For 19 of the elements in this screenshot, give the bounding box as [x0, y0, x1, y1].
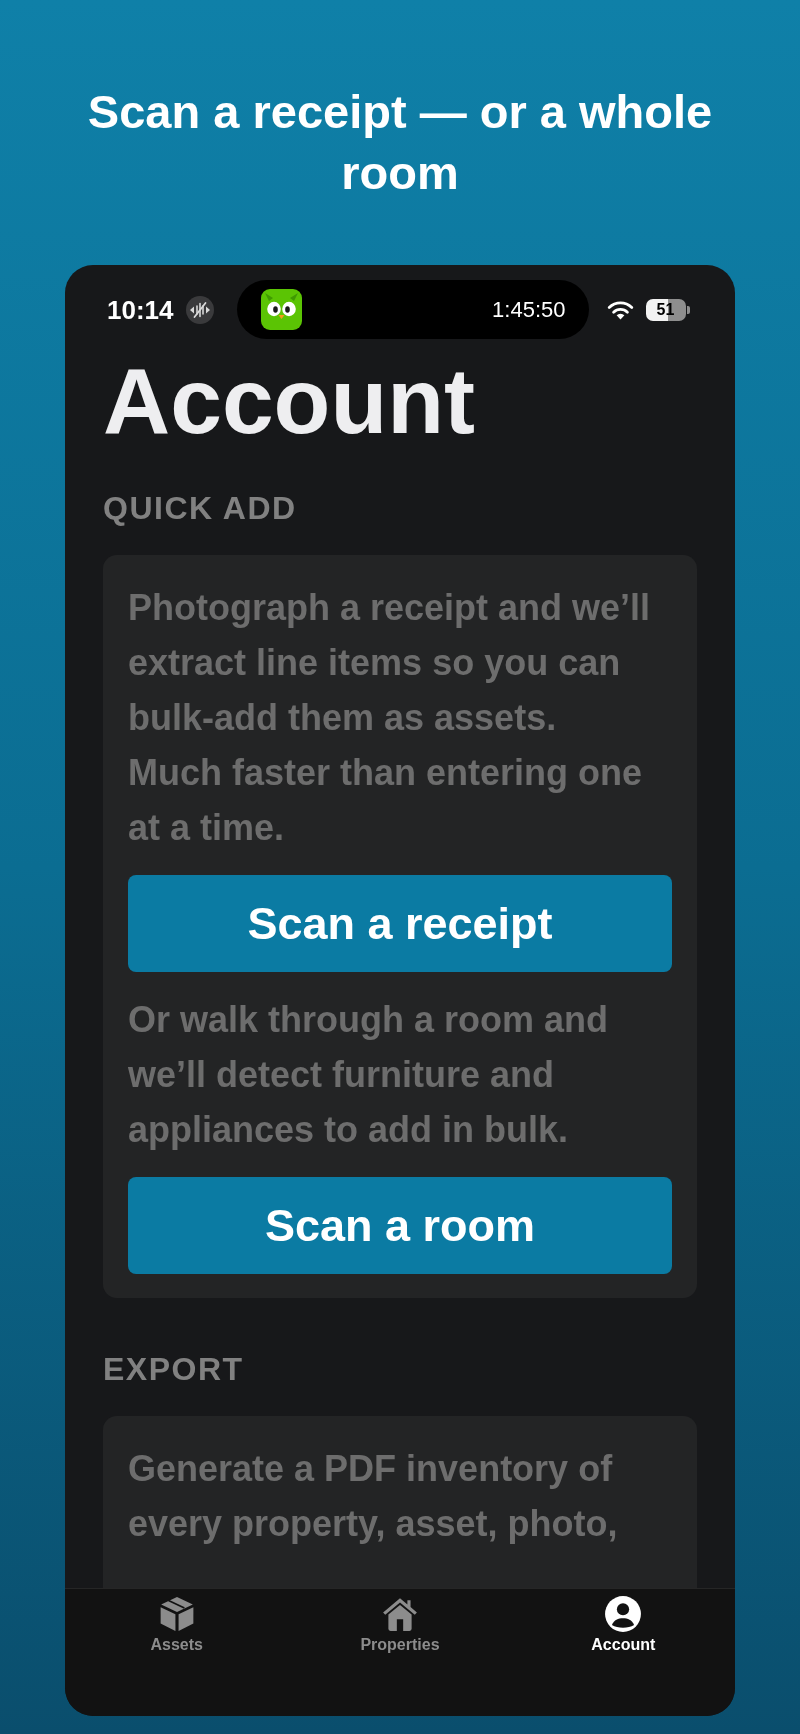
wifi-icon: [606, 299, 634, 320]
haptics-off-icon: [185, 295, 214, 324]
primary-button[interactable]: Scan a room: [128, 1177, 672, 1274]
status-time: 10:14: [107, 294, 174, 325]
headline: Scan a receipt — or a whole room: [86, 84, 714, 201]
section-heading: EXPORT: [103, 1351, 245, 1387]
battery-indicator: 51: [645, 298, 690, 321]
timer-text: 1:45:50: [492, 296, 566, 323]
description-text: Generate a PDF inventory of every property, asset, photo,: [128, 1447, 619, 1546]
tab-item[interactable]: Account: [591, 1589, 656, 1655]
tab-item[interactable]: Assets: [150, 1589, 203, 1655]
tab-item[interactable]: Properties: [360, 1589, 440, 1655]
description-text: Photograph a receipt and we’ll extract line items so you can bulk-add them as assets. Much faster than entering one at a time.: [128, 586, 652, 850]
user-icon: [604, 1595, 643, 1633]
description-text: Or walk through a room and we’ll detect furniture and appliances to add in bulk.: [128, 998, 610, 1152]
page-title: Account: [103, 352, 476, 451]
owl-icon[interactable]: [260, 289, 302, 330]
primary-button[interactable]: Scan a receipt: [128, 875, 672, 972]
section-heading: QUICK ADD: [103, 490, 298, 526]
